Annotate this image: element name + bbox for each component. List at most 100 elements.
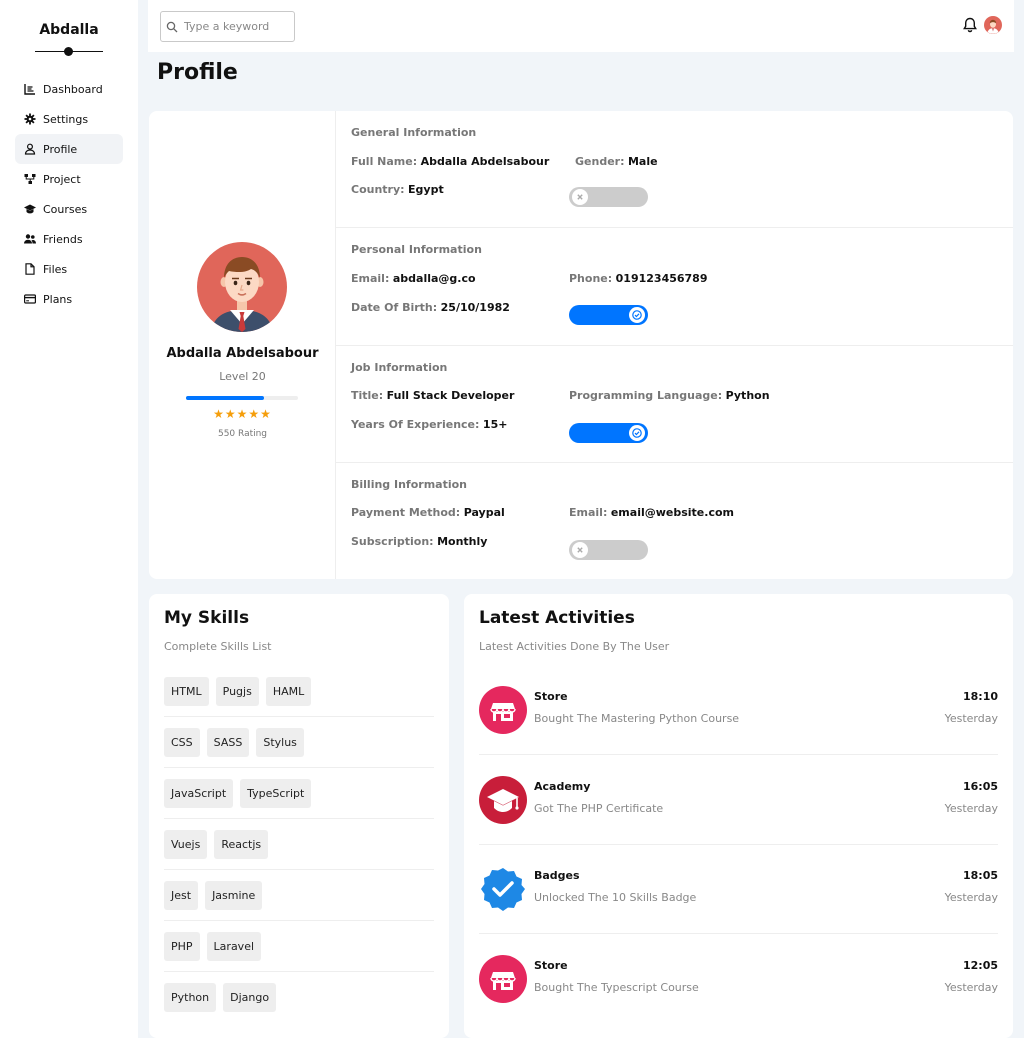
profile-level: Level 20	[219, 370, 266, 383]
section-title: Personal Information	[351, 243, 482, 256]
subscription-field: Subscription: Monthly	[351, 535, 487, 548]
activity-time: 18:10	[962, 690, 998, 703]
field-value: abdalla@g.co	[392, 272, 476, 285]
gear-icon	[24, 113, 36, 125]
general-information-section: General Information Full Name: Abdalla A…	[336, 111, 1013, 228]
toggle-knob	[629, 307, 645, 323]
check-icon	[632, 428, 642, 438]
sidebar-item-files[interactable]: Files	[15, 254, 123, 284]
sidebar-item-label: Dashboard	[43, 82, 103, 96]
sidebar-item-profile[interactable]: Profile	[15, 134, 123, 164]
store-icon	[479, 954, 527, 1003]
skill-tag: PHP	[164, 931, 200, 961]
billing-info-toggle[interactable]	[569, 540, 648, 560]
profile-summary: Abdalla Abdelsabour Level 20 ★★★★★ 550 R…	[149, 111, 336, 579]
activity-title: Store	[534, 958, 568, 972]
field-value: Monthly	[437, 535, 488, 548]
skill-tag: CSS	[164, 727, 200, 757]
activity-title: Store	[534, 690, 568, 703]
bell-icon[interactable]	[962, 17, 978, 33]
sidebar-item-friends[interactable]: Friends	[15, 224, 123, 254]
field-label: Payment Method:	[351, 506, 461, 519]
sidebar: Abdalla Dashboard Settings Profile Proje…	[0, 0, 138, 1038]
date-of-birth-field: Date Of Birth: 25/10/1982	[351, 301, 510, 314]
field-value: 15+	[482, 418, 508, 431]
activity-time: 18:05	[962, 869, 998, 882]
personal-info-toggle[interactable]	[569, 305, 648, 325]
rating-stars: ★★★★★	[213, 407, 272, 421]
sidebar-item-settings[interactable]: Settings	[15, 104, 123, 134]
field-label: Title:	[351, 389, 384, 402]
search-input[interactable]	[184, 20, 284, 33]
skill-tag: Pugjs	[215, 676, 259, 706]
diagram-icon	[24, 174, 36, 184]
skill-tag: Stylus	[256, 727, 304, 757]
job-title-field: Title: Full Stack Developer	[351, 389, 514, 402]
sidebar-item-label: Plans	[43, 292, 73, 306]
activity-description: Bought The Typescript Course	[534, 980, 699, 994]
field-label: Date Of Birth:	[351, 301, 438, 314]
activity-description: Bought The Mastering Python Course	[534, 712, 740, 725]
section-title: Job Information	[351, 361, 448, 374]
activity-time: 16:05	[962, 779, 998, 793]
skills-card: My Skills Complete Skills List HTML Pugjs…	[149, 594, 449, 1038]
sidebar-nav: Dashboard Settings Profile Project Cours…	[0, 74, 138, 314]
field-value: Python	[725, 389, 770, 402]
section-title: General Information	[351, 126, 477, 139]
top-bar	[148, 0, 1014, 52]
sidebar-item-dashboard[interactable]: Dashboard	[15, 74, 123, 104]
gender-field: Gender: Male	[575, 155, 658, 168]
card-title: My Skills	[164, 608, 250, 628]
profile-name: Abdalla Abdelsabour	[166, 346, 319, 361]
job-info-toggle[interactable]	[569, 423, 648, 443]
rating-count: 550 Rating	[217, 429, 268, 439]
level-progress-bar	[186, 396, 298, 400]
programming-language-field: Programming Language: Python	[569, 389, 770, 402]
store-icon	[479, 686, 527, 734]
payment-method-field: Payment Method: Paypal	[351, 506, 505, 519]
field-value: Full Stack Developer	[386, 389, 515, 402]
field-value: Egypt	[408, 183, 444, 196]
card-subtitle: Latest Activities Done By The User	[479, 640, 670, 653]
field-label: Subscription:	[351, 535, 434, 548]
skill-tag: JavaScript	[164, 778, 234, 808]
sidebar-item-plans[interactable]: Plans	[15, 284, 123, 314]
skill-tag: Vuejs	[164, 829, 208, 859]
search-icon	[166, 21, 178, 32]
country-field: Country: Egypt	[351, 183, 444, 196]
field-label: Years Of Experience:	[351, 418, 480, 431]
skills-row: JavaScript TypeScript	[164, 768, 434, 819]
field-value: 25/10/1982	[440, 301, 510, 314]
field-label: Phone:	[569, 272, 613, 285]
activity-description: Got The PHP Certificate	[534, 801, 664, 815]
user-icon	[24, 143, 36, 155]
field-label: Programming Language:	[569, 389, 723, 402]
sidebar-item-label: Profile	[43, 142, 78, 156]
personal-information-section: Personal Information Email: abdalla@g.co…	[336, 228, 1013, 346]
search-box[interactable]	[160, 11, 295, 42]
full-name-field: Full Name: Abdalla Abdelsabour	[351, 155, 549, 168]
skills-row: Python Django	[164, 972, 434, 1023]
sidebar-item-label: Files	[43, 262, 68, 276]
general-info-toggle[interactable]	[569, 187, 648, 207]
skill-tag: Python	[164, 983, 217, 1012]
skill-tag: Jasmine	[205, 880, 263, 910]
field-value: Male	[627, 155, 658, 168]
field-label: Gender:	[575, 155, 625, 168]
activity-day: Yesterday	[944, 801, 998, 815]
phone-field: Phone: 019123456789	[569, 272, 708, 285]
chart-icon	[24, 84, 35, 95]
activity-item: Academy Got The PHP Certificate 16:05 Yeste…	[479, 756, 998, 845]
billing-information-section: Billing Information Payment Method: Payp…	[336, 463, 1013, 579]
activity-item: Store Bought The Typescript Course 12:05 Ye…	[479, 935, 998, 1024]
close-icon	[577, 547, 583, 553]
skills-row: Jest Jasmine	[164, 870, 434, 921]
toggle-knob	[572, 542, 588, 558]
sidebar-item-project[interactable]: Project	[15, 164, 123, 194]
credit-card-icon	[24, 294, 36, 304]
sidebar-item-courses[interactable]: Courses	[15, 194, 123, 224]
badge-check-icon	[479, 865, 527, 913]
profile-avatar	[197, 242, 287, 332]
user-avatar[interactable]	[984, 16, 1002, 34]
skills-row: PHP Laravel	[164, 921, 434, 972]
